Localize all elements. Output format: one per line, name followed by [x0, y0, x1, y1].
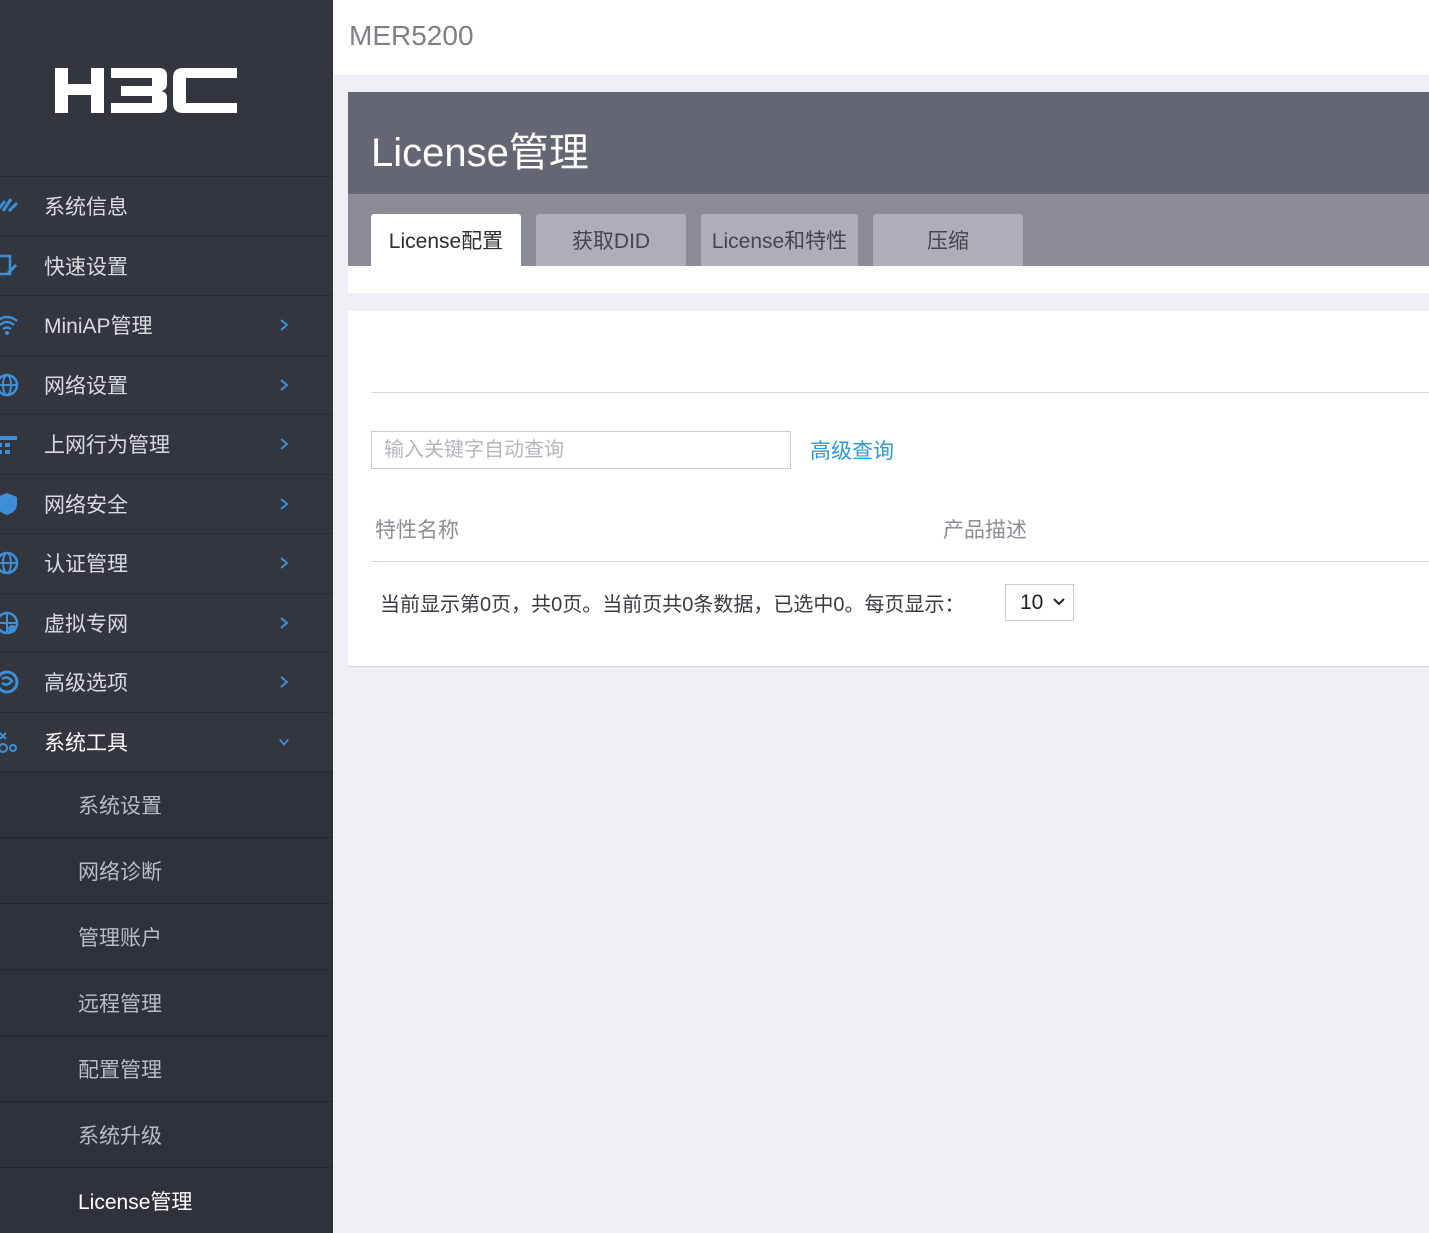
sidebar-item-network-security[interactable]: 网络安全 [0, 473, 333, 534]
sidebar-subitem-system-settings[interactable]: 系统设置 [0, 771, 333, 837]
license-config-panel: 高级查询 特性名称 产品描述 当前显示第0页，共0页。当前页共0条数据，已选中0… [348, 311, 1429, 667]
sidebar-item-auth-management[interactable]: 认证管理 [0, 533, 333, 593]
page-size-value: 10 [1020, 590, 1044, 614]
tab-license-features[interactable]: License和特性 [701, 214, 858, 266]
sidebar-item-miniap[interactable]: MiniAP管理 [0, 295, 333, 355]
chevron-right-icon [280, 319, 289, 332]
sidebar-item-label: 高级选项 [44, 672, 128, 696]
sidebar-item-label: 系统信息 [44, 196, 128, 220]
chevron-right-icon [280, 438, 289, 451]
sidebar-item-network-settings[interactable]: 网络设置 [0, 354, 333, 415]
globe-auth-icon [0, 552, 19, 575]
sidebar-nav: 系统信息 快速设置 MiniAP管理 网络设置 上网行为管理 网络安全 认证管理… [0, 176, 333, 1233]
divider [371, 392, 1429, 393]
sidebar-item-label: 上网行为管理 [44, 434, 170, 458]
sidebar-item-label: 网络设置 [44, 374, 128, 398]
chevron-down-icon [279, 738, 289, 746]
advanced-icon [0, 670, 19, 694]
sidebar-item-advanced[interactable]: 高级选项 [0, 652, 333, 712]
tab-content-strip [348, 266, 1429, 293]
table-header-divider [371, 561, 1429, 562]
globe-icon [0, 373, 19, 396]
tab-license-config[interactable]: License配置 [371, 214, 521, 266]
sidebar-item-system-info[interactable]: 系统信息 [0, 176, 333, 236]
sidebar-subitem-license-management[interactable]: License管理 [0, 1167, 333, 1233]
sidebar-subitem-config-management[interactable]: 配置管理 [0, 1035, 333, 1101]
tab-get-did[interactable]: 获取DID [536, 214, 686, 266]
page-title-panel: License管理 [348, 92, 1429, 194]
vpn-icon [0, 611, 19, 634]
sidebar-subitem-system-upgrade[interactable]: 系统升级 [0, 1101, 333, 1167]
dashboard-icon [0, 198, 19, 213]
chevron-right-icon [280, 378, 289, 391]
column-header-feature-name[interactable]: 特性名称 [375, 514, 459, 544]
wifi-icon [0, 316, 18, 336]
shield-icon [0, 492, 17, 515]
sidebar-item-label: 网络安全 [44, 493, 128, 517]
sidebar-subitem-admin-accounts[interactable]: 管理账户 [0, 903, 333, 969]
tools-icon [0, 732, 17, 753]
chevron-right-icon [280, 676, 289, 689]
sidebar-item-quick-setup[interactable]: 快速设置 [0, 235, 333, 296]
tabs-bar: License配置 获取DID License和特性 压缩 [348, 194, 1429, 266]
sidebar: 系统信息 快速设置 MiniAP管理 网络设置 上网行为管理 网络安全 认证管理… [0, 0, 333, 1233]
page-title: License管理 [371, 131, 589, 175]
sidebar-item-label: 快速设置 [44, 255, 128, 279]
sidebar-subitem-network-diagnostics[interactable]: 网络诊断 [0, 837, 333, 903]
chevron-right-icon [280, 557, 289, 570]
pager-summary: 当前显示第0页，共0页。当前页共0条数据，已选中0。每页显示： [380, 594, 965, 616]
sidebar-item-label: 虚拟专网 [44, 612, 128, 636]
chevron-down-icon [1053, 598, 1065, 606]
top-header: MER5200 [333, 0, 1429, 75]
sidebar-item-label: MiniAP管理 [44, 315, 153, 339]
tab-compress[interactable]: 压缩 [873, 214, 1023, 266]
sidebar-item-behavior-management[interactable]: 上网行为管理 [0, 414, 333, 474]
system-tools-submenu: 系统设置 网络诊断 管理账户 远程管理 配置管理 系统升级 License管理 [0, 771, 333, 1233]
sidebar-item-vpn[interactable]: 虚拟专网 [0, 592, 333, 653]
h3c-logo [55, 68, 237, 113]
sidebar-item-system-tools[interactable]: 系统工具 [0, 711, 333, 772]
chevron-right-icon [280, 497, 289, 510]
network-behavior-icon [0, 436, 17, 455]
chevron-right-icon [280, 616, 289, 629]
search-input[interactable] [371, 431, 791, 469]
column-header-product-desc[interactable]: 产品描述 [943, 514, 1027, 544]
page-size-select[interactable]: 10 [1005, 584, 1074, 621]
device-model: MER5200 [349, 20, 474, 51]
sidebar-item-label: 系统工具 [44, 731, 128, 755]
quick-setup-icon [0, 254, 18, 275]
sidebar-subitem-remote-management[interactable]: 远程管理 [0, 969, 333, 1035]
advanced-query-link[interactable]: 高级查询 [810, 435, 894, 465]
sidebar-item-label: 认证管理 [44, 553, 128, 577]
